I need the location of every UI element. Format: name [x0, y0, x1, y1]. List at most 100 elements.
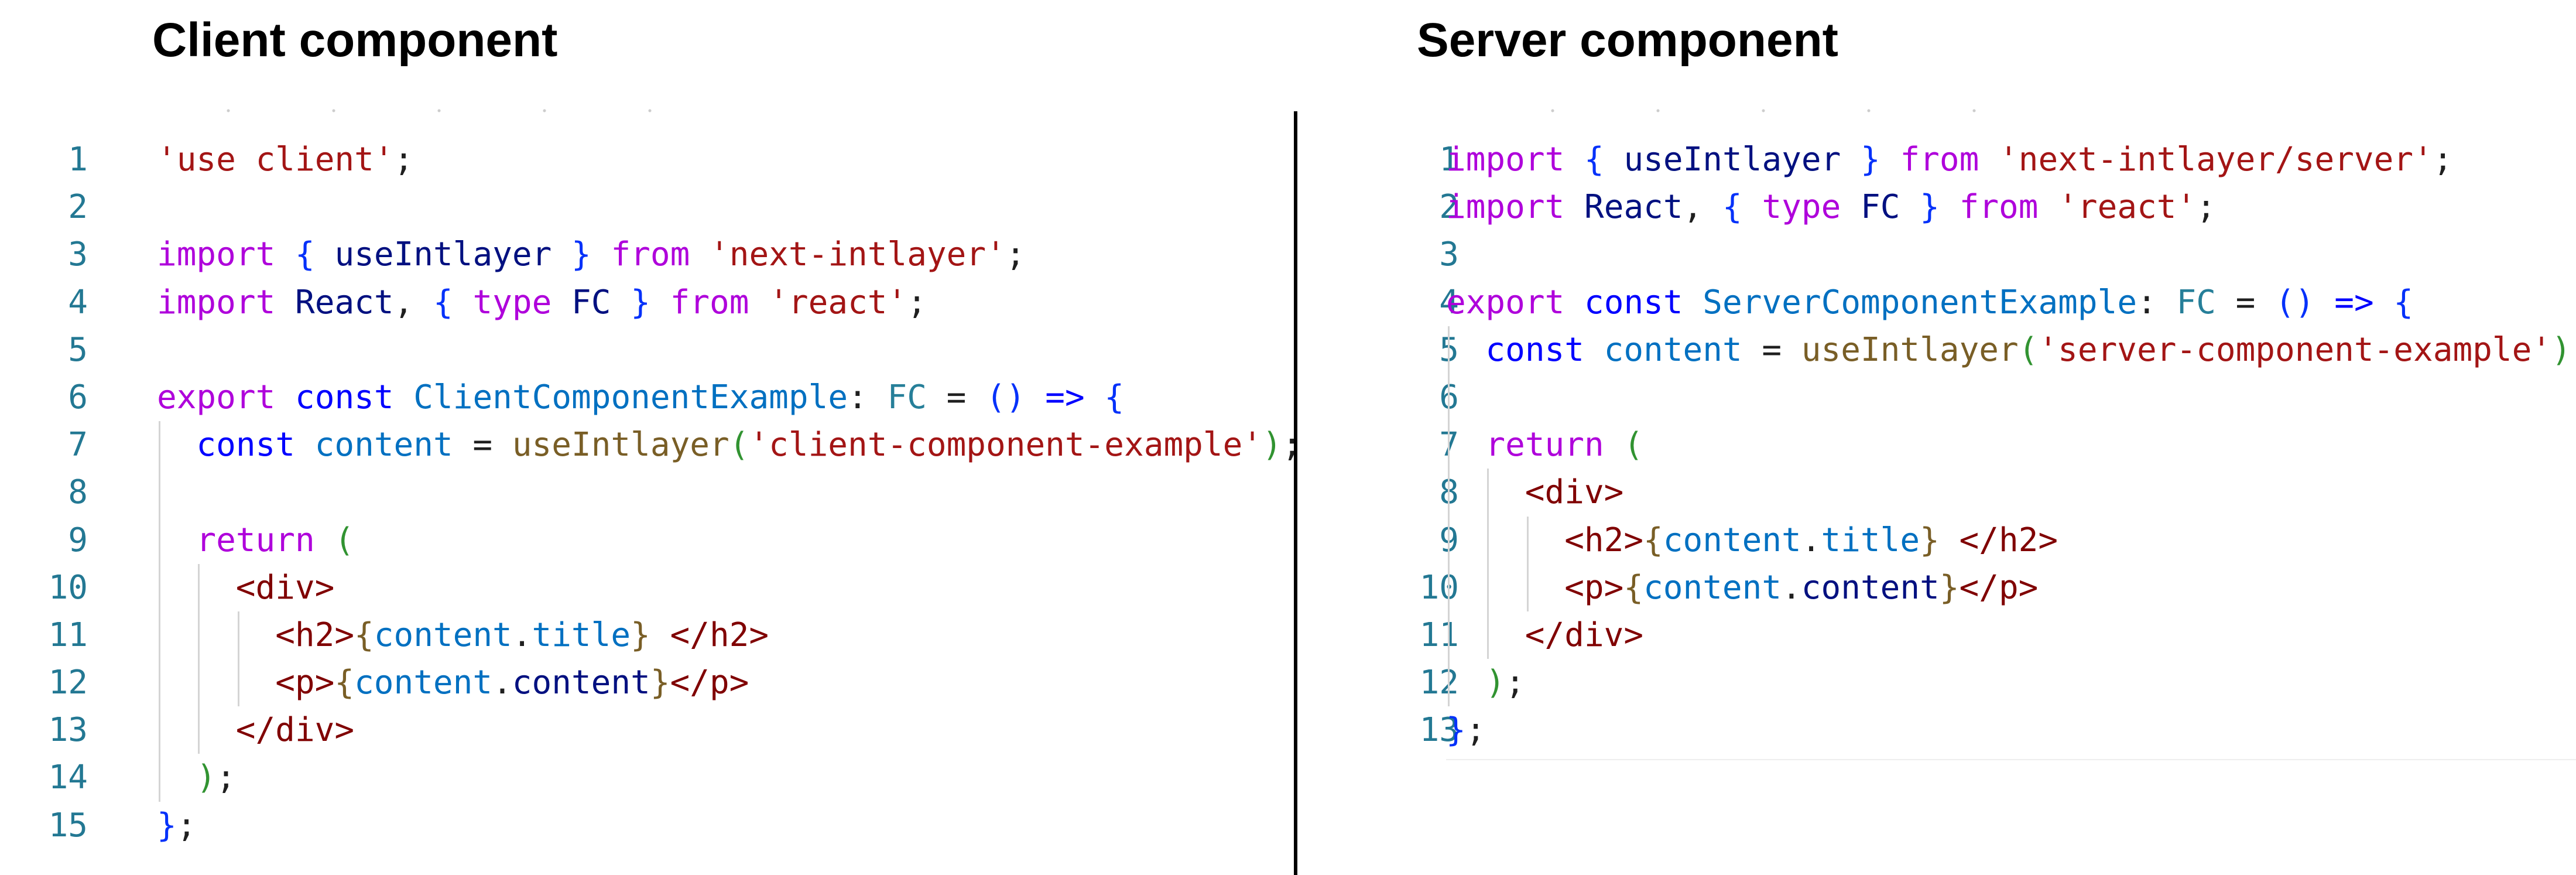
- code-line[interactable]: 12 <p>{content.content}</p>: [0, 659, 1294, 707]
- code-line[interactable]: 8: [0, 469, 1294, 517]
- line-number: 2: [68, 188, 88, 227]
- code-line[interactable]: 4 import React, { type FC } from 'react';: [0, 279, 1294, 326]
- server-component-panel: Server component 1 import { useIntlayer }…: [1301, 0, 2576, 875]
- code-line[interactable]: 11 </div>: [1301, 611, 2576, 659]
- end-of-file-rule: [1446, 759, 2576, 760]
- code-token-bracket-green: (: [334, 521, 355, 559]
- indent-guide: [159, 754, 160, 802]
- line-number: 6: [1371, 374, 1459, 421]
- line-source: <h2>{content.title} </h2>: [1446, 517, 2058, 564]
- code-token-bracket-green: (: [729, 426, 749, 464]
- code-line[interactable]: 9<h2>{content.title} </h2>: [1301, 516, 2576, 564]
- code-line[interactable]: 9 return (: [0, 516, 1294, 564]
- code-token-string: 'server-component-example': [2038, 330, 2552, 369]
- line-source: const content = useIntlayer('server-comp…: [1446, 326, 2576, 374]
- code-line[interactable]: 10 <div>: [0, 563, 1294, 611]
- code-line[interactable]: 6: [1301, 373, 2576, 422]
- code-token-tag: </h2>: [1959, 521, 2058, 559]
- code-line[interactable]: 13};: [1301, 706, 2576, 754]
- code-line[interactable]: 14);: [0, 754, 1294, 802]
- line-source: import { useIntlayer } from 'next-intlay…: [157, 231, 1026, 278]
- code-token-punctuation: [650, 616, 670, 654]
- code-token-punctuation: ;: [2571, 331, 2576, 369]
- code-token-keyword: const: [275, 378, 394, 416]
- indent-guide: [1487, 611, 1489, 659]
- line-number: 8: [68, 473, 88, 512]
- code-token-punctuation: .: [1801, 521, 1821, 559]
- indent-guide: [198, 706, 200, 754]
- code-token-punctuation: =: [453, 426, 512, 464]
- code-line[interactable]: 2 import React, { type FC } from 'react';: [1301, 183, 2576, 231]
- code-token-variable: content: [512, 664, 650, 702]
- indent-guide: [1448, 421, 1450, 469]
- line-source: import React, { type FC } from 'react';: [157, 279, 927, 326]
- code-line[interactable]: 7 const content = useIntlayer('client-com…: [0, 421, 1301, 469]
- indent-guide: [1448, 563, 1450, 611]
- code-line[interactable]: 6 export const ClientComponentExample: FC…: [0, 374, 1294, 421]
- code-line[interactable]: 13 </div>: [0, 706, 1294, 754]
- code-token-variable-const: content: [1584, 330, 1742, 369]
- code-token-bracket-gold: }: [1939, 568, 1960, 607]
- line-source: };: [157, 802, 196, 849]
- code-token-punctuation: ;: [393, 141, 414, 179]
- indent-guide: [1526, 563, 1529, 611]
- code-token-punctuation: [1085, 378, 1105, 416]
- code-editor[interactable]: 1 import { useIntlayer } from 'next-intla…: [1301, 136, 2576, 754]
- code-line[interactable]: 3: [1301, 231, 2576, 278]
- code-line[interactable]: 2: [0, 183, 1294, 231]
- indent-guide: [1448, 469, 1450, 517]
- code-token-bracket-blue: {: [295, 235, 315, 274]
- indent-guide: [1487, 516, 1489, 564]
- code-line[interactable]: 8<div>: [1301, 469, 2576, 517]
- code-token-bracket-blue: (): [986, 378, 1026, 416]
- code-token-type: FC: [2176, 283, 2216, 322]
- code-token-bracket-gold: }: [1920, 521, 1940, 559]
- code-token-punctuation: .: [1782, 568, 1801, 607]
- code-line[interactable]: 11 <h2>{content.title} </h2>: [0, 611, 1294, 659]
- indent-guide: [1448, 326, 1450, 374]
- code-token-bracket-green: ): [196, 758, 217, 797]
- cutoff-line-fragment: [176, 107, 703, 115]
- code-token-bracket-blue: (): [2275, 283, 2315, 322]
- code-editor[interactable]: 1 'use client'; 2 3 import { useIntlayer } f…: [0, 136, 1302, 849]
- code-token-punctuation: [1604, 426, 1624, 464]
- code-line[interactable]: 12);: [1301, 659, 2576, 707]
- code-token-punctuation: ;: [2196, 188, 2216, 227]
- code-token-keyword-control: from: [1880, 141, 1999, 179]
- code-token-keyword: =>: [1025, 378, 1085, 416]
- code-token-keyword-control: export: [157, 378, 276, 416]
- code-line[interactable]: 5: [0, 326, 1294, 374]
- code-token-bracket-gold: }: [631, 616, 650, 654]
- indent-guide: [1526, 516, 1529, 564]
- line-number: 10: [48, 568, 88, 607]
- line-source: return (: [1446, 421, 1643, 469]
- code-line[interactable]: 10 <p>{content.content}</p>: [1301, 563, 2576, 611]
- code-token-punctuation: [2374, 283, 2394, 322]
- code-token-bracket-green: ): [1262, 426, 1282, 464]
- code-line[interactable]: 4 export const ServerComponentExample: FC…: [1301, 279, 2576, 326]
- code-token-keyword-control: import: [1446, 188, 1565, 227]
- code-token-bracket-green: (: [1623, 426, 1644, 464]
- code-line[interactable]: 1 'use client';: [0, 136, 1294, 183]
- code-line[interactable]: 15};: [0, 802, 1294, 849]
- panel-heading: Server component: [1417, 13, 1838, 67]
- code-token-variable: FC: [1841, 188, 1920, 227]
- line-number: 1: [68, 141, 88, 179]
- code-token-keyword: =>: [2314, 283, 2374, 322]
- code-token-bracket-green: ): [2551, 330, 2571, 369]
- code-token-variable-const: content: [354, 664, 493, 702]
- code-token-punctuation: [315, 521, 335, 559]
- code-token-keyword-control: return: [1485, 426, 1604, 464]
- code-line[interactable]: 3 import { useIntlayer } from 'next-intla…: [0, 231, 1294, 278]
- code-token-bracket-gold: {: [1623, 568, 1644, 607]
- code-line[interactable]: 7return (: [1301, 421, 2576, 469]
- code-token-keyword: const: [1485, 330, 1584, 369]
- code-line[interactable]: 1 import { useIntlayer } from 'next-intla…: [1301, 136, 2576, 183]
- indent-guide: [1448, 611, 1450, 659]
- code-token-keyword-control: type: [453, 283, 552, 322]
- code-token-keyword-control: from: [650, 283, 769, 322]
- code-token-punctuation: ;: [1005, 235, 1026, 274]
- code-token-variable: React: [275, 283, 394, 322]
- line-source: export const ServerComponentExample: FC …: [1446, 279, 2413, 326]
- code-line[interactable]: 5const content = useIntlayer('server-com…: [1301, 326, 2576, 374]
